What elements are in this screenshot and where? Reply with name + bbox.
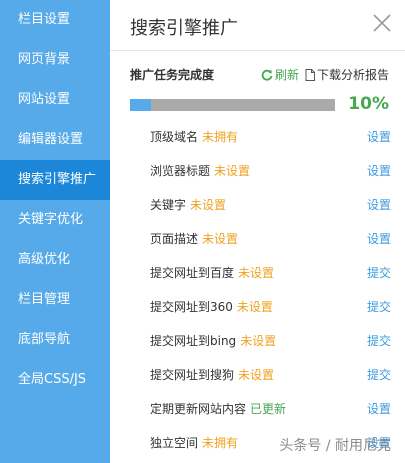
task-row: 提交网址到百度 未设置 提交 xyxy=(150,255,391,289)
task-action-link[interactable]: 设置 xyxy=(367,400,391,417)
progress-bar xyxy=(130,99,335,111)
panel-title: 搜索引擎推广 xyxy=(130,18,238,39)
task-status: 未拥有 xyxy=(202,435,239,450)
seo-panel: 搜索引擎推广 推广任务完成度 刷新 下载分析报告 10% 顶级域名 未拥有 设置… xyxy=(110,0,405,463)
task-action-link[interactable]: 设置 xyxy=(367,162,391,179)
task-status: 未设置 xyxy=(238,265,275,280)
refresh-label: 刷新 xyxy=(274,68,299,82)
task-action-link[interactable]: 提交 xyxy=(367,298,391,315)
task-name: 提交网址到搜狗 xyxy=(150,367,235,382)
task-action-link[interactable]: 设置 xyxy=(367,196,391,213)
progress-percent: 10% xyxy=(348,94,389,114)
task-row: 关键字 未设置 设置 xyxy=(150,187,391,221)
task-name: 提交网址到bing xyxy=(150,333,237,348)
task-action-link[interactable]: 设置 xyxy=(367,230,391,247)
sidebar-item-column-management[interactable]: 栏目管理 xyxy=(0,280,110,320)
task-status: 已更新 xyxy=(250,401,287,416)
task-action-link[interactable]: 提交 xyxy=(367,332,391,349)
task-name: 提交网址到百度 xyxy=(150,265,235,280)
task-action-link[interactable]: 提交 xyxy=(367,366,391,383)
refresh-button[interactable]: 刷新 xyxy=(261,66,299,83)
download-report-button[interactable]: 下载分析报告 xyxy=(305,66,389,83)
progress-fill xyxy=(130,99,151,111)
progress-label: 推广任务完成度 xyxy=(130,68,215,82)
sidebar-item-global-css-js[interactable]: 全局CSS/JS xyxy=(0,360,110,400)
task-row: 顶级域名 未拥有 设置 xyxy=(150,119,391,153)
task-row: 定期更新网站内容 已更新 设置 xyxy=(150,391,391,425)
task-row: 浏览器标题 未设置 设置 xyxy=(150,153,391,187)
sidebar-item-keyword-optimization[interactable]: 关键字优化 xyxy=(0,200,110,240)
sidebar-item-search-promotion[interactable]: 搜索引擎推广 xyxy=(0,160,110,200)
task-status: 未设置 xyxy=(238,367,275,382)
progress-actions: 刷新 下载分析报告 xyxy=(261,66,389,83)
sidebar-item-footer-nav[interactable]: 底部导航 xyxy=(0,320,110,360)
sidebar-item-editor-settings[interactable]: 编辑器设置 xyxy=(0,120,110,160)
task-name: 顶级域名 xyxy=(150,129,199,144)
task-status: 未拥有 xyxy=(202,129,239,144)
task-name: 定期更新网站内容 xyxy=(150,401,247,416)
close-icon[interactable] xyxy=(371,12,393,34)
task-name: 页面描述 xyxy=(150,231,199,246)
task-action-link[interactable]: 设置 xyxy=(367,128,391,145)
refresh-icon xyxy=(261,69,273,81)
task-row: 提交网址到搜狗 未设置 提交 xyxy=(150,357,391,391)
task-action-link[interactable]: 提交 xyxy=(367,264,391,281)
sidebar: 栏目设置 网页背景 网站设置 编辑器设置 搜索引擎推广 关键字优化 高级优化 栏… xyxy=(0,0,110,463)
panel-header: 搜索引擎推广 xyxy=(110,0,405,51)
task-name: 提交网址到360 xyxy=(150,299,233,314)
sidebar-item-advanced-optimization[interactable]: 高级优化 xyxy=(0,240,110,280)
task-name: 浏览器标题 xyxy=(150,163,211,178)
sidebar-item-site-settings[interactable]: 网站设置 xyxy=(0,80,110,120)
task-row: 提交网址到bing 未设置 提交 xyxy=(150,323,391,357)
task-status: 未设置 xyxy=(236,299,273,314)
task-status: 未设置 xyxy=(214,163,251,178)
task-row: 提交网址到360 未设置 提交 xyxy=(150,289,391,323)
task-name: 关键字 xyxy=(150,197,187,212)
task-status: 未设置 xyxy=(190,197,227,212)
sidebar-item-page-background[interactable]: 网页背景 xyxy=(0,40,110,80)
sidebar-item-column-settings[interactable]: 栏目设置 xyxy=(0,0,110,40)
task-list: 顶级域名 未拥有 设置 浏览器标题 未设置 设置 关键字 未设置 设置 页面描述 未设置 设置 提交网址… xyxy=(150,119,391,459)
close-button[interactable] xyxy=(371,12,393,34)
document-icon xyxy=(305,68,315,81)
task-name: 独立空间 xyxy=(150,435,199,450)
watermark: 头条号 / 耐用尼克 xyxy=(279,438,391,454)
task-status: 未设置 xyxy=(202,231,239,246)
download-report-label: 下载分析报告 xyxy=(316,68,389,82)
progress-header: 推广任务完成度 刷新 下载分析报告 xyxy=(130,66,389,84)
task-status: 未设置 xyxy=(240,333,277,348)
task-row: 页面描述 未设置 设置 xyxy=(150,221,391,255)
